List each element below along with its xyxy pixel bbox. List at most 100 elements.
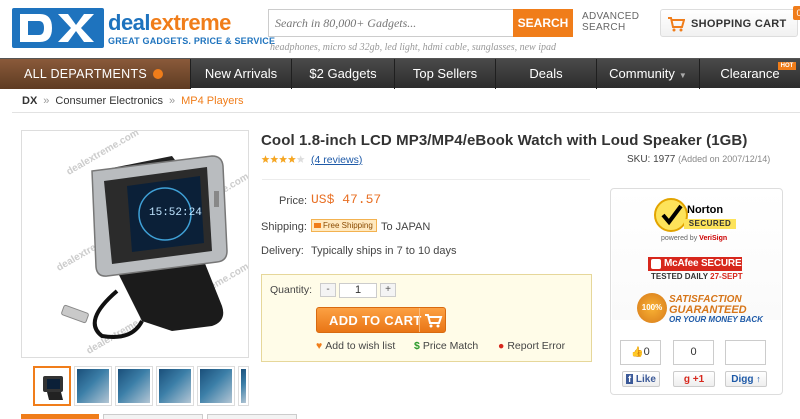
- thumbnail[interactable]: [33, 366, 71, 406]
- breadcrumb-separator: »: [169, 95, 176, 107]
- logo-extreme: extreme: [150, 10, 231, 35]
- free-shipping-badge: Free Shipping: [311, 219, 377, 232]
- satis-line3: OR YOUR MONEY BACK: [669, 315, 763, 324]
- wishlist-label: Add to wish list: [325, 340, 396, 352]
- tab-active[interactable]: [21, 414, 99, 419]
- mcafee-seal[interactable]: McAfee SECURE: [648, 257, 742, 271]
- divider: [12, 112, 800, 113]
- advanced-line1: ADVANCED: [582, 11, 640, 22]
- thumbnail[interactable]: [115, 366, 153, 406]
- nav-deals[interactable]: Deals: [496, 59, 597, 89]
- alert-icon: ●: [498, 340, 505, 352]
- watch-photo: 15:52:24: [61, 155, 228, 339]
- tab[interactable]: [207, 414, 297, 419]
- popular-searches[interactable]: headphones, micro sd 32gb, led light, hd…: [270, 42, 556, 53]
- rating-stars: [261, 155, 305, 163]
- nav-top-sellers[interactable]: Top Sellers: [395, 59, 496, 89]
- digg-button[interactable]: Digg ↑: [725, 371, 767, 387]
- price-value: US$ 47.57: [311, 192, 382, 207]
- reviews-link[interactable]: (4 reviews): [311, 154, 362, 166]
- facebook-like-button[interactable]: f Like: [622, 371, 660, 387]
- search-input[interactable]: [269, 10, 513, 36]
- main-nav: ALL DEPARTMENTS New Arrivals $2 Gadgets …: [0, 58, 800, 89]
- nav-all-departments[interactable]: ALL DEPARTMENTS: [0, 59, 191, 89]
- watch-time: 15:52:24: [149, 207, 202, 219]
- cart-icon: [419, 308, 445, 332]
- add-to-cart-label: ADD TO CART: [329, 313, 422, 328]
- star-icon: [270, 155, 279, 163]
- cart-label: SHOPPING CART: [691, 18, 787, 30]
- dx-logo-mark: [12, 8, 104, 48]
- star-icon: [261, 155, 270, 163]
- thumbnail[interactable]: [74, 366, 112, 406]
- tab[interactable]: [103, 414, 203, 419]
- star-icon: [287, 155, 296, 163]
- mcafee-tested-label: TESTED DAILY: [651, 272, 708, 281]
- dropdown-circle-icon: [153, 68, 164, 79]
- add-to-cart-button[interactable]: ADD TO CART: [316, 307, 446, 333]
- advanced-line2: SEARCH: [582, 22, 626, 33]
- breadcrumb-category[interactable]: Consumer Electronics: [55, 95, 163, 107]
- gplus-button[interactable]: g +1: [673, 371, 715, 387]
- price-label: Price:: [279, 195, 308, 207]
- satis-line2: GUARANTEED: [669, 304, 747, 316]
- nav-community[interactable]: Community ▼: [597, 59, 700, 89]
- sku-value: 1977: [653, 154, 676, 165]
- gplus-icon: g: [683, 374, 690, 385]
- facebook-icon: f: [626, 374, 634, 384]
- cart-icon: [668, 17, 685, 32]
- norton-powered-by: powered by VeriSign: [661, 235, 727, 242]
- delivery-label: Delivery:: [261, 245, 304, 257]
- facebook-count-box: 👍0: [620, 340, 661, 365]
- add-to-wishlist-link[interactable]: ♥ Add to wish list: [316, 340, 395, 352]
- thumbnail[interactable]: [156, 366, 194, 406]
- thumbnail-strip: [21, 366, 249, 406]
- delivery-value: Typically ships in 7 to 10 days: [311, 245, 457, 257]
- shopping-cart-button[interactable]: SHOPPING CART 0: [660, 6, 800, 37]
- star-icon: [279, 155, 288, 163]
- gplus-count-box: 0: [673, 340, 714, 365]
- bottom-tabs: [21, 414, 800, 419]
- satisfaction-seal-icon: 100%: [637, 293, 667, 323]
- price-match-label: Price Match: [422, 340, 479, 352]
- nav-new-arrivals[interactable]: New Arrivals: [191, 59, 292, 89]
- gplus-label: +1: [692, 374, 705, 385]
- sku-info: SKU: 1977 (Added on 2007/12/14): [627, 154, 770, 165]
- breadcrumb-home[interactable]: DX: [22, 95, 37, 107]
- norton-secured: SECURED: [684, 219, 736, 229]
- report-error-link[interactable]: ● Report Error: [498, 340, 565, 352]
- verisign-label: VeriSign: [699, 235, 728, 242]
- breadcrumb-current[interactable]: MP4 Players: [181, 95, 243, 107]
- heart-icon: ♥: [316, 340, 323, 352]
- thumbnail[interactable]: [238, 366, 249, 406]
- facebook-count: 0: [643, 346, 650, 358]
- dollar-icon: $: [414, 340, 420, 352]
- quantity-increase-button[interactable]: +: [380, 283, 396, 297]
- digg-count-box: [725, 340, 766, 365]
- quantity-input[interactable]: 1: [339, 283, 377, 298]
- logo-wordmark: dealextreme: [108, 10, 231, 36]
- star-icon: [296, 155, 305, 163]
- product-main-image[interactable]: dealextreme.com dealextreme.com dealextr…: [21, 130, 249, 358]
- thumbnail-watch: [43, 376, 63, 400]
- norton-label: Norton: [687, 204, 724, 216]
- search-box: SEARCH: [268, 9, 573, 37]
- ship-to-country[interactable]: To JAPAN: [381, 221, 430, 233]
- logo-tagline: GREAT GADGETS. PRICE & SERVICE: [108, 36, 276, 46]
- quantity-decrease-button[interactable]: -: [320, 283, 336, 297]
- report-error-label: Report Error: [507, 340, 566, 352]
- site-logo[interactable]: dealextreme GREAT GADGETS. PRICE & SERVI…: [12, 8, 275, 48]
- advanced-search-link[interactable]: ADVANCED SEARCH: [582, 11, 639, 33]
- divider: [262, 179, 590, 180]
- mcafee-date: 27-SEPT: [710, 272, 743, 281]
- site-header: dealextreme GREAT GADGETS. PRICE & SERVI…: [0, 0, 800, 60]
- nav-2-gadgets[interactable]: $2 Gadgets: [292, 59, 395, 89]
- price-match-link[interactable]: $ Price Match: [414, 340, 478, 352]
- thumbnail[interactable]: [197, 366, 235, 406]
- search-button[interactable]: SEARCH: [513, 9, 573, 37]
- digg-arrow-icon: ↑: [756, 374, 761, 384]
- breadcrumb: DX » Consumer Electronics » MP4 Players: [22, 95, 243, 107]
- product-title: Cool 1.8-inch LCD MP3/MP4/eBook Watch wi…: [261, 132, 748, 149]
- satisfaction-guarantee: SATISFACTION GUARANTEED OR YOUR MONEY BA…: [669, 295, 763, 325]
- norton-powered: powered by: [661, 235, 698, 242]
